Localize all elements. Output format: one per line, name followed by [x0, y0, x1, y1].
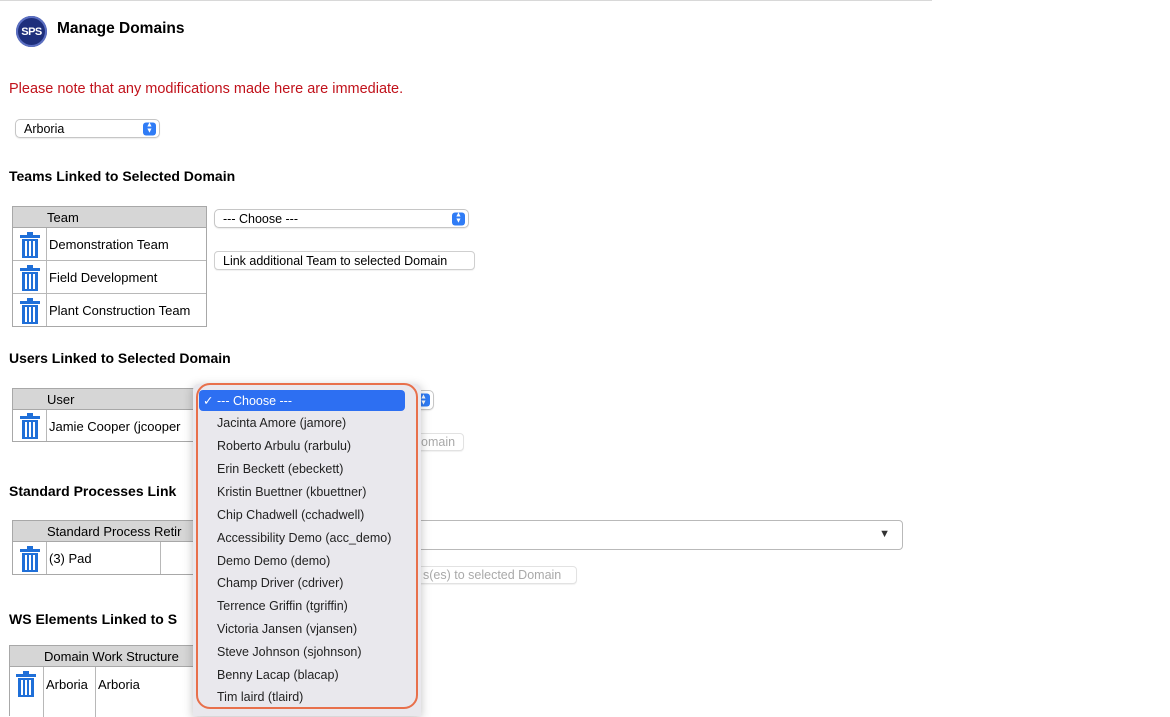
table-row: (3) Pad: [49, 551, 92, 566]
trash-icon[interactable]: [15, 671, 37, 697]
page-title: Manage Domains: [57, 20, 185, 37]
users-table: User Jamie Cooper (jcooper: [12, 388, 207, 442]
immediate-modifications-notice: Please note that any modifications made …: [9, 81, 404, 97]
table-row: Plant Construction Team: [49, 303, 191, 318]
ws-column-header: Domain Work Structure: [10, 646, 208, 667]
stepper-arrows-icon: ▲ ▼: [143, 122, 156, 135]
dropdown-arrow-icon: ▼: [879, 528, 890, 540]
trash-icon[interactable]: [19, 413, 41, 439]
top-divider: [0, 0, 932, 1]
link-team-button[interactable]: Link additional Team to selected Domain: [214, 251, 475, 270]
dropdown-highlight-annotation: [196, 383, 418, 709]
team-choose-value: --- Choose ---: [223, 211, 299, 226]
teams-column-header: Team: [13, 207, 206, 228]
processes-section-title: Standard Processes Link: [9, 483, 177, 499]
ws-elements-section-title: WS Elements Linked to S: [9, 611, 178, 627]
teams-section-title: Teams Linked to Selected Domain: [9, 168, 236, 184]
table-row: Demonstration Team: [49, 237, 169, 252]
ws-elements-table: Domain Work Structure Arboria Arboria: [9, 645, 209, 717]
link-process-button[interactable]: s(es) to selected Domain: [400, 566, 577, 584]
table-cell: Arboria: [46, 676, 88, 692]
processes-table: Standard Process Retir (3) Pad: [12, 520, 212, 575]
trash-icon[interactable]: [19, 298, 41, 324]
sps-logo: SPS: [16, 16, 47, 47]
process-select[interactable]: ▼: [412, 520, 903, 550]
users-column-header: User: [13, 389, 206, 410]
trash-icon[interactable]: [19, 232, 41, 258]
table-row: Field Development: [49, 270, 158, 285]
domain-select[interactable]: Arboria ▲ ▼: [15, 119, 160, 138]
stepper-arrows-icon: ▲ ▼: [452, 212, 465, 225]
users-section-title: Users Linked to Selected Domain: [9, 350, 231, 366]
teams-table: Team Demonstration Team Field Developmen…: [12, 206, 207, 327]
domain-select-value: Arboria: [24, 121, 65, 136]
trash-icon[interactable]: [19, 265, 41, 291]
team-choose-select[interactable]: --- Choose --- ▲ ▼: [214, 209, 469, 228]
processes-column-header: Standard Process Retir: [13, 521, 211, 542]
table-cell: Arboria: [98, 676, 140, 692]
table-row: Jamie Cooper (jcooper: [49, 418, 181, 434]
trash-icon[interactable]: [19, 546, 41, 572]
